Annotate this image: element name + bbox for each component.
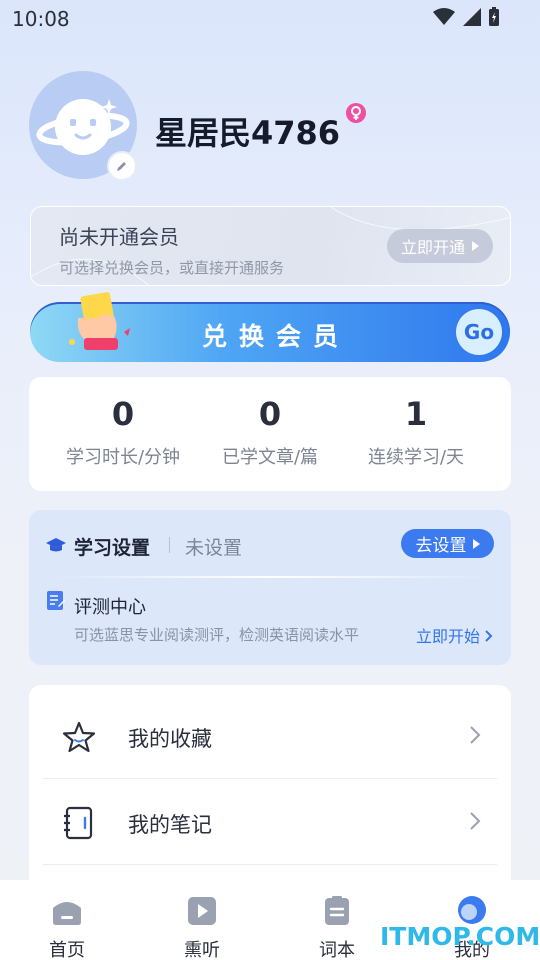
tab-label: 熏听 (184, 940, 220, 960)
star-icon (62, 721, 96, 753)
divider (43, 864, 497, 865)
tab-label: 词本 (319, 940, 355, 960)
study-settings-title: 学习设置 (74, 537, 151, 559)
battery-icon (489, 7, 499, 26)
status-time: 10:08 (12, 7, 70, 31)
activate-vip-label: 立即开通 (400, 238, 465, 257)
status-bar: 10:08 (0, 0, 540, 36)
stat-label: 已学文章/篇 (221, 447, 319, 468)
wordbook-icon (325, 896, 349, 925)
pencil-icon (117, 162, 126, 171)
edit-avatar-button[interactable] (107, 151, 137, 181)
start-evaluation-link[interactable]: 立即开始 (416, 623, 493, 647)
signal-icon (463, 8, 481, 26)
tab-wordbook[interactable]: 词本 (297, 896, 377, 960)
go-settings-button[interactable]: 去设置 (401, 529, 494, 558)
study-settings-value: 未设置 (185, 537, 243, 559)
evaluation-icon (47, 591, 65, 610)
evaluation-center-subtitle: 可选蓝思专业阅读测评，检测英语阅读水平 (74, 626, 360, 644)
notebook-icon (64, 806, 93, 840)
study-settings-card: 学习设置 未设置 去设置 评测中心 可选蓝思专业阅读测评，检测英语阅读水平 立即… (29, 510, 511, 665)
chevron-right-icon (470, 812, 481, 830)
stat-value: 1 (404, 395, 428, 433)
stat-label: 连续学习/天 (367, 447, 465, 468)
evaluation-center-title: 评测中心 (74, 597, 146, 618)
wifi-icon (433, 8, 455, 25)
stat-value: 0 (111, 395, 135, 433)
watermark: ITMOP.COM (380, 922, 540, 951)
stat-streak-days: 1 连续学习/天 (336, 395, 496, 469)
vip-title: 尚未开通会员 (59, 225, 179, 249)
play-arrow-icon (472, 538, 480, 549)
activate-vip-button[interactable]: 立即开通 (387, 229, 493, 263)
divider (45, 576, 495, 578)
tab-home[interactable]: 首页 (27, 896, 107, 960)
exchange-vip-label: 兑换会员 (201, 322, 350, 351)
stats-card: 0 学习时长/分钟 0 已学文章/篇 1 连续学习/天 (29, 377, 511, 491)
vip-status-card: 尚未开通会员 可选择兑换会员，或直接开通服务 立即开通 (30, 206, 511, 286)
stat-articles: 0 已学文章/篇 (190, 395, 350, 469)
tab-listen[interactable]: 熏听 (162, 896, 242, 960)
menu-item-notes[interactable]: 我的笔记 (29, 771, 511, 857)
tab-label: 首页 (49, 940, 85, 960)
status-icons (432, 7, 500, 27)
start-evaluation-label: 立即开始 (416, 627, 481, 646)
exchange-vip-banner[interactable]: 兑换会员 Go (30, 292, 510, 362)
go-settings-label: 去设置 (415, 536, 467, 556)
stat-value: 0 (258, 395, 282, 433)
menu-item-label: 我的收藏 (128, 727, 212, 751)
go-button[interactable]: Go (456, 309, 502, 355)
home-icon (53, 902, 81, 925)
female-gender-icon (346, 103, 366, 123)
menu-item-favorites[interactable]: 我的收藏 (29, 685, 511, 771)
play-arrow-icon (472, 241, 479, 251)
username: 星居民4786 (155, 114, 341, 152)
stat-study-minutes: 0 学习时长/分钟 (43, 395, 203, 469)
chevron-right-icon (485, 630, 493, 642)
vip-subtitle: 可选择兑换会员，或直接开通服务 (59, 259, 285, 277)
chevron-right-icon (470, 726, 481, 744)
menu-item-label: 我的笔记 (128, 813, 212, 837)
divider (169, 537, 170, 553)
graduation-cap-icon (46, 538, 66, 552)
play-icon (188, 897, 216, 925)
stat-label: 学习时长/分钟 (65, 447, 181, 468)
